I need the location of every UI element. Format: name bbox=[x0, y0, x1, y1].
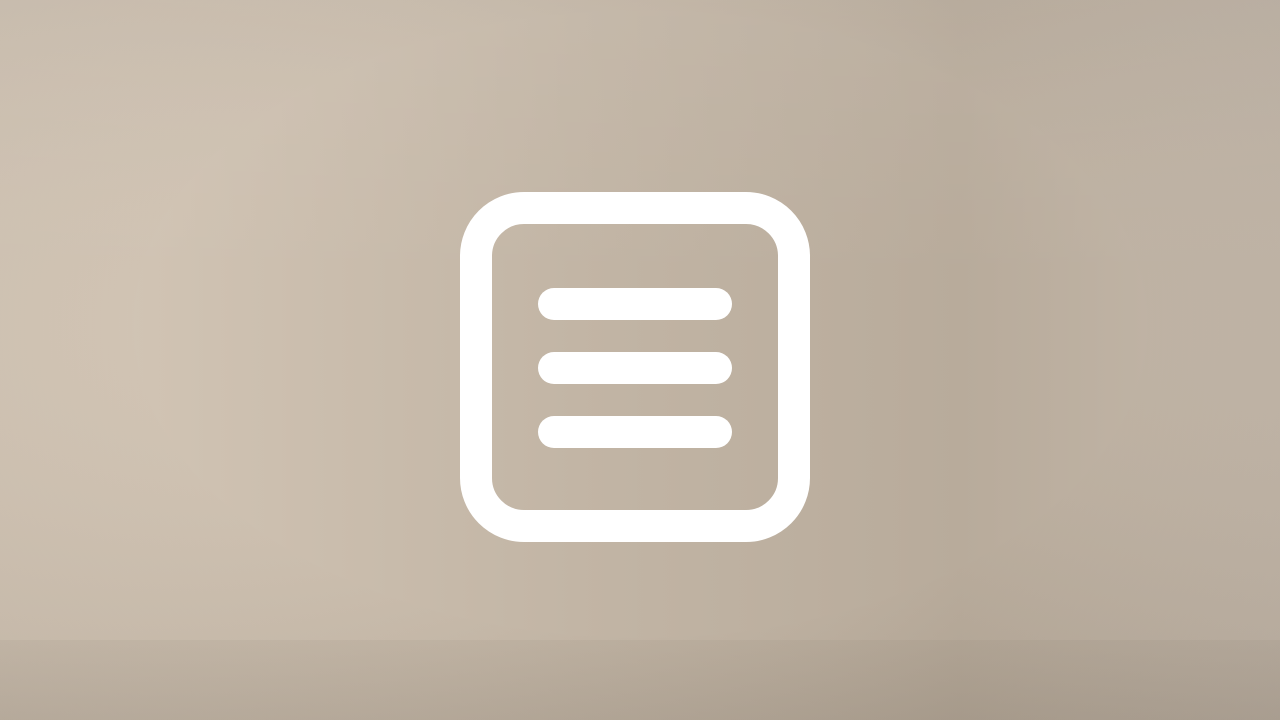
menu-list-icon-graphic bbox=[460, 192, 810, 542]
menu-list-icon[interactable] bbox=[460, 192, 810, 542]
background-lower-band bbox=[0, 640, 1280, 720]
splash-screen bbox=[0, 0, 1280, 720]
